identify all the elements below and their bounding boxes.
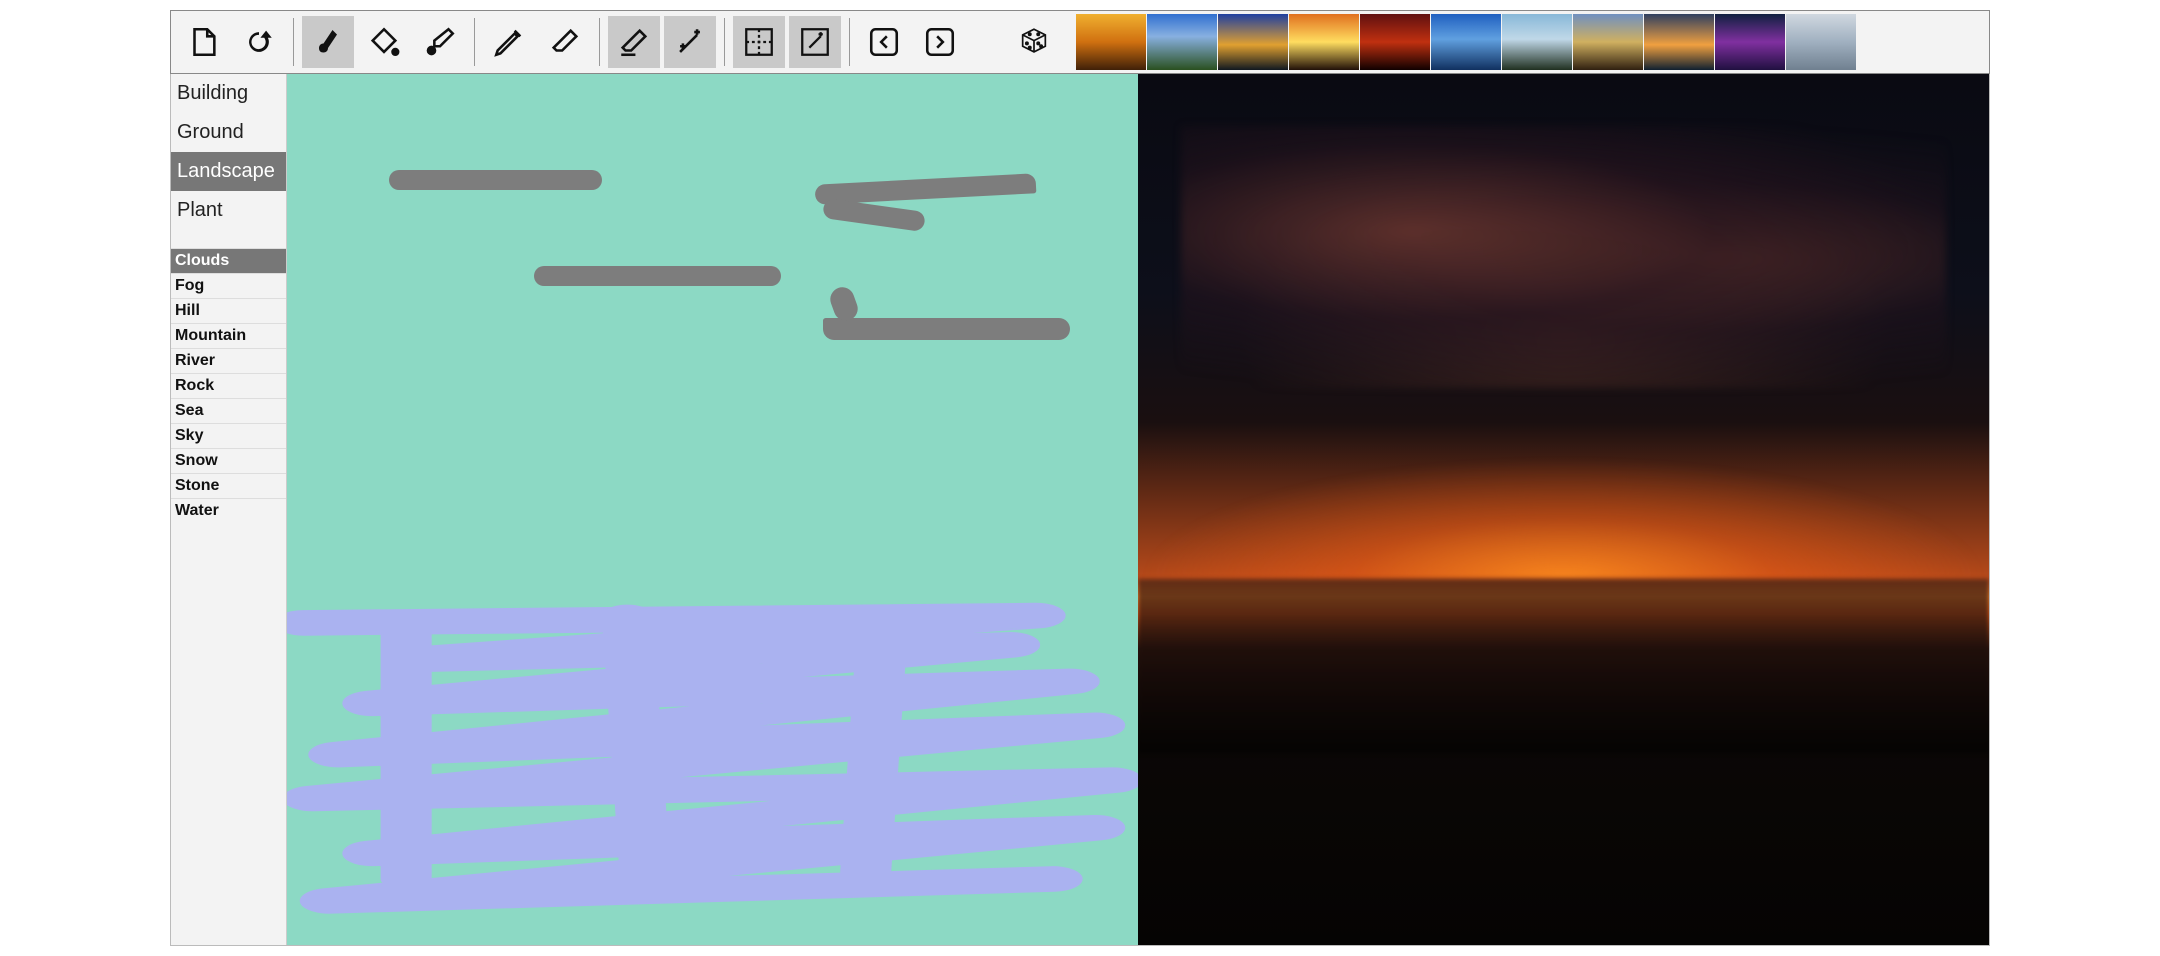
style-thumb-11[interactable]	[1786, 14, 1856, 70]
reload-button[interactable]	[233, 16, 285, 68]
style-thumbnails	[1076, 14, 1857, 70]
toolbar-divider	[599, 18, 600, 66]
workspace: Building Ground Landscape Plant Clouds F…	[170, 74, 1990, 946]
eyedropper-button[interactable]	[414, 16, 466, 68]
segmentation-canvas[interactable]	[287, 74, 1138, 945]
arrow-right-icon	[923, 25, 957, 59]
style-thumb-3[interactable]	[1218, 14, 1288, 70]
subcategory-river[interactable]: River	[171, 348, 286, 373]
subcategory-fog[interactable]: Fog	[171, 273, 286, 298]
style-thumb-1[interactable]	[1076, 14, 1146, 70]
toolbar	[170, 10, 1990, 74]
subcategory-sea[interactable]: Sea	[171, 398, 286, 423]
subcategory-mountain[interactable]: Mountain	[171, 323, 286, 348]
style-thumb-7[interactable]	[1502, 14, 1572, 70]
eraser-icon	[548, 25, 582, 59]
style-thumb-5[interactable]	[1360, 14, 1430, 70]
subcategory-water[interactable]: Water	[171, 498, 286, 523]
fill-button[interactable]	[358, 16, 410, 68]
brush-button[interactable]	[302, 16, 354, 68]
nav-prev-button[interactable]	[858, 16, 910, 68]
category-landscape[interactable]: Landscape	[171, 152, 286, 191]
select-grid-icon	[742, 25, 776, 59]
subcategory-snow[interactable]: Snow	[171, 448, 286, 473]
toolbar-divider	[724, 18, 725, 66]
select-magic-icon	[798, 25, 832, 59]
style-thumb-10[interactable]	[1715, 14, 1785, 70]
style-thumb-6[interactable]	[1431, 14, 1501, 70]
eyedropper-icon	[423, 25, 457, 59]
sidebar: Building Ground Landscape Plant Clouds F…	[171, 74, 287, 945]
reload-icon	[242, 25, 276, 59]
toolbar-divider	[474, 18, 475, 66]
fill-icon	[367, 25, 401, 59]
magic-wand-icon	[673, 25, 707, 59]
subcategory-clouds[interactable]: Clouds	[171, 248, 286, 273]
subcategory-sky[interactable]: Sky	[171, 423, 286, 448]
water-scribble	[287, 579, 1138, 945]
brush-icon	[310, 24, 346, 60]
subcategory-list: Clouds Fog Hill Mountain River Rock Sea …	[171, 248, 286, 523]
category-ground[interactable]: Ground	[171, 113, 286, 152]
canvases	[287, 74, 1989, 945]
eraser-button[interactable]	[539, 16, 591, 68]
style-thumb-2[interactable]	[1147, 14, 1217, 70]
style-thumb-9[interactable]	[1644, 14, 1714, 70]
subcategory-hill[interactable]: Hill	[171, 298, 286, 323]
category-building[interactable]: Building	[171, 74, 286, 113]
subcategory-rock[interactable]: Rock	[171, 373, 286, 398]
random-style-button[interactable]	[1008, 16, 1060, 68]
toolbar-divider	[293, 18, 294, 66]
dice-icon	[1017, 25, 1051, 59]
subcategory-stone[interactable]: Stone	[171, 473, 286, 498]
erase-area-icon	[617, 25, 651, 59]
generated-image[interactable]	[1138, 74, 1989, 945]
select-magic-button[interactable]	[789, 16, 841, 68]
new-canvas-button[interactable]	[177, 16, 229, 68]
select-grid-button[interactable]	[733, 16, 785, 68]
pencil-button[interactable]	[483, 16, 535, 68]
erase-area-button[interactable]	[608, 16, 660, 68]
style-thumb-4[interactable]	[1289, 14, 1359, 70]
nav-next-button[interactable]	[914, 16, 966, 68]
toolbar-divider	[849, 18, 850, 66]
new-canvas-icon	[186, 25, 220, 59]
magic-wand-button[interactable]	[664, 16, 716, 68]
pencil-icon	[492, 25, 526, 59]
style-thumb-8[interactable]	[1573, 14, 1643, 70]
category-plant[interactable]: Plant	[171, 191, 286, 230]
arrow-left-icon	[867, 25, 901, 59]
